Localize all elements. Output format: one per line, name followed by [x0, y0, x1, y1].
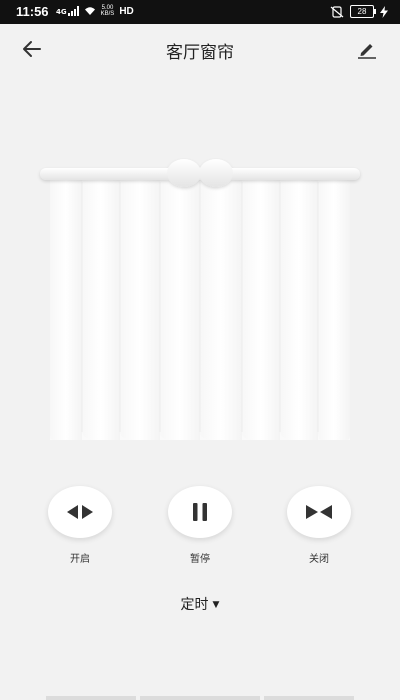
battery-icon: 28: [350, 5, 376, 18]
status-left-icons: 4G 5.00 KB/S HD: [56, 5, 134, 17]
timer-dropdown[interactable]: 定时 ▼: [0, 594, 400, 614]
app-header: 客厅窗帘: [0, 24, 400, 74]
status-time: 11:56: [16, 4, 49, 19]
net-speed-unit: KB/S: [100, 11, 115, 17]
caret-down-icon: ▼: [212, 600, 220, 610]
curtain-panels: [50, 178, 350, 440]
pencil-icon: [358, 44, 376, 59]
open-icon: [67, 505, 93, 519]
bottom-segment: [140, 696, 260, 700]
status-bar: 11:56 4G 5.00 KB/S HD 28: [0, 0, 400, 24]
pause-icon: [193, 503, 207, 521]
pause-label: 暂停: [190, 554, 210, 565]
curtain-rod: [40, 159, 360, 187]
charging-icon: [380, 5, 388, 18]
hd-label: HD: [119, 5, 134, 17]
silent-icon: [330, 5, 344, 18]
pause-button[interactable]: [168, 486, 232, 538]
bottom-segment: [264, 696, 354, 700]
edit-button[interactable]: [356, 38, 378, 60]
status-right-icons: 28: [330, 5, 388, 18]
net-speed: 5.00 KB/S: [101, 5, 115, 17]
close-icon: [306, 505, 332, 519]
page-title: 客厅窗帘: [166, 43, 234, 63]
wifi-icon: [84, 7, 95, 15]
open-button[interactable]: [48, 486, 112, 538]
open-label: 开启: [70, 554, 90, 565]
close-button[interactable]: [287, 486, 351, 538]
network-type-label: 4G: [56, 8, 67, 16]
close-label: 关闭: [309, 554, 329, 565]
signal-icon: 4G: [56, 6, 79, 16]
battery-level: 28: [357, 7, 367, 16]
timer-label: 定时: [180, 597, 209, 613]
bottom-segment: [46, 696, 136, 700]
